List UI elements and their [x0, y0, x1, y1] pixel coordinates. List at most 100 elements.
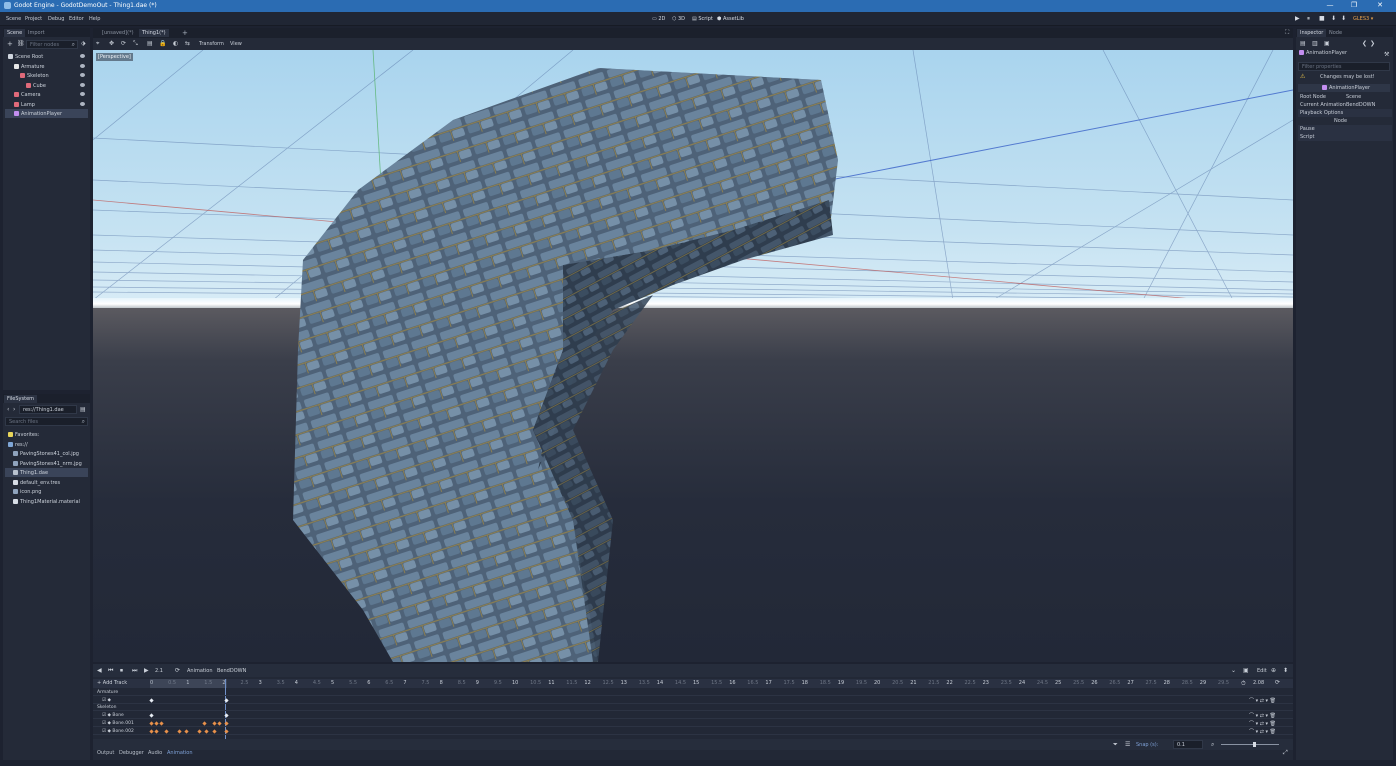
scene-tree-row[interactable]: AnimationPlayer [5, 109, 88, 118]
track-group-header[interactable]: Armature [93, 689, 1293, 696]
scene-tree-row[interactable]: Camera [5, 90, 88, 99]
inspector-property[interactable]: Pause [1298, 125, 1392, 133]
menu-project[interactable]: Project [25, 16, 42, 22]
list-select-icon[interactable]: ▤ [147, 40, 153, 47]
link-icon[interactable]: ⛓ [17, 40, 25, 47]
menu-help[interactable]: Help [89, 16, 100, 22]
track-row[interactable]: ☑ ◆ Bone.001 ⌒ ▾ ⇄ ▾ 🗑 [93, 720, 1293, 727]
visibility-eye-icon[interactable] [80, 63, 85, 68]
blend-icon[interactable]: ⊕ [1271, 667, 1276, 674]
play-icon[interactable]: ▶ [144, 667, 149, 674]
play-scene-icon[interactable]: ⬇ [1331, 15, 1336, 22]
scene-tree-row[interactable]: Cube [5, 81, 88, 90]
file-tree-row[interactable]: PavingStones41_nrm.jpg [5, 459, 88, 468]
edit-menu[interactable]: Edit [1257, 668, 1267, 674]
track-options-icon[interactable]: ⌒ ▾ ⇄ ▾ 🗑 [1249, 728, 1276, 735]
pause-icon[interactable]: ⏸ [1307, 15, 1310, 23]
tab-inspector[interactable]: Inspector [1297, 29, 1327, 37]
stop-icon[interactable]: ■ [1319, 15, 1325, 22]
visibility-eye-icon[interactable] [80, 73, 85, 77]
tab-filesystem[interactable]: FileSystem [4, 395, 38, 403]
inspector-property[interactable]: Root Node Scene [1298, 93, 1392, 101]
play-backwards-start-icon[interactable]: ⏮ [108, 667, 113, 675]
close-button[interactable]: ✕ [1370, 1, 1390, 9]
tab-debugger[interactable]: Debugger [119, 750, 144, 756]
back-arrow-icon[interactable]: ‹ [7, 406, 9, 413]
tab-node[interactable]: Node [1326, 29, 1345, 37]
minimize-button[interactable]: — [1320, 1, 1340, 9]
animation-length[interactable]: 2.08 [1253, 680, 1264, 686]
keyframe[interactable] [164, 728, 169, 734]
snap-icon[interactable]: ⇆ [185, 40, 190, 47]
animation-select[interactable]: BendDOWN [217, 668, 246, 674]
keyframe[interactable] [224, 698, 229, 703]
move-tool-icon[interactable]: ✥ [109, 40, 114, 47]
add-node-icon[interactable]: + [7, 40, 13, 48]
scene-tree-row[interactable]: Skeleton [5, 71, 88, 80]
track-row[interactable]: ☑ ◆ Bone.002 ⌒ ▾ ⇄ ▾ 🗑 [93, 728, 1293, 735]
split-view-icon[interactable]: ▤ [80, 406, 86, 413]
save-resource-icon[interactable]: ▣ [1324, 40, 1330, 47]
inspector-property[interactable]: Script [1298, 133, 1392, 141]
workspace-script-button[interactable]: ▤ Script [692, 16, 713, 22]
inspector-property[interactable]: Playback Options [1298, 109, 1392, 117]
inspector-property[interactable]: Node [1298, 117, 1392, 125]
loop-icon[interactable]: ⟳ [1275, 679, 1280, 686]
timeline-ruler[interactable]: + Add Track 0 0.5 1 1.5 2 2.5 3 3.5 4 4.5 5 5.5 6 6.5… [93, 679, 1293, 688]
zoom-slider-handle[interactable] [1253, 742, 1256, 747]
tab-scene[interactable]: Scene [4, 29, 26, 37]
scene-tree-row[interactable]: Armature [5, 62, 88, 71]
tab-output[interactable]: Output [97, 750, 114, 756]
track-row[interactable]: ☑ ◆ ⌒ ▾ ⇄ ▾ 🗑 [93, 697, 1293, 704]
menu-debug[interactable]: Debug [48, 16, 64, 22]
keyframe[interactable] [149, 721, 154, 726]
track-list-icon[interactable]: ☰ [1125, 741, 1130, 748]
track-options-icon[interactable]: ⌒ ▾ ⇄ ▾ 🗑 [1249, 720, 1276, 727]
track-options-icon[interactable]: ⌒ ▾ ⇄ ▾ 🗑 [1249, 712, 1276, 719]
path-field[interactable]: res://Thing1.dae [19, 405, 77, 414]
new-resource-icon[interactable]: ▤ [1300, 40, 1306, 47]
local-space-icon[interactable]: ◐ [173, 40, 178, 47]
keyframe[interactable] [204, 728, 209, 734]
track-group-header[interactable]: Skeleton [93, 704, 1293, 712]
keyframe[interactable] [224, 713, 229, 718]
tab-animation[interactable]: Animation [167, 750, 193, 756]
keyframe[interactable] [224, 728, 229, 734]
visibility-eye-icon[interactable] [80, 54, 85, 58]
transform-menu[interactable]: Transform [199, 41, 224, 47]
visibility-eye-icon[interactable] [80, 101, 85, 106]
instance-scene-icon[interactable]: ⬗ [81, 40, 86, 47]
rotate-tool-icon[interactable]: ⟳ [121, 40, 126, 47]
expand-panel-icon[interactable]: ⤢ [1283, 749, 1288, 757]
property-value[interactable]: BendDOWN [1346, 102, 1375, 108]
keyframe[interactable] [217, 721, 222, 726]
keyframe[interactable] [149, 698, 154, 703]
file-tree-row[interactable]: default_env.tres [5, 478, 88, 487]
menu-editor[interactable]: Editor [69, 16, 84, 22]
file-tree-row[interactable]: icon.png [5, 487, 88, 496]
keyframe[interactable] [197, 728, 202, 734]
tab-audio[interactable]: Audio [148, 750, 162, 756]
keyframe[interactable] [184, 728, 189, 734]
perspective-label[interactable]: [Perspective] [96, 53, 133, 61]
keyframe[interactable] [212, 721, 217, 726]
visibility-eye-icon[interactable] [80, 82, 85, 87]
scene-tree-row[interactable]: Scene Root [5, 52, 88, 61]
snap-input[interactable]: 0.1 [1173, 740, 1203, 749]
file-tree-row[interactable]: Favorites: [5, 430, 88, 439]
file-tree-row[interactable]: Thing1Material.material [5, 497, 88, 506]
property-value[interactable]: Node [1334, 118, 1347, 124]
workspace-3d-button[interactable]: ⬡ 3D [672, 16, 685, 22]
maximize-button[interactable]: ❐ [1344, 1, 1364, 9]
keyframe[interactable] [224, 721, 229, 726]
keyframe[interactable] [212, 728, 217, 734]
track-options-icon[interactable]: ⌒ ▾ ⇄ ▾ 🗑 [1249, 697, 1276, 704]
keyframe[interactable] [154, 728, 159, 734]
workspace-2d-button[interactable]: ▭ 2D [652, 16, 665, 22]
keyframe[interactable] [202, 721, 207, 726]
tool-icon[interactable]: ⚒ [1384, 51, 1389, 58]
lock-icon[interactable]: 🔒 [159, 40, 166, 47]
pin-icon[interactable]: ⬍ [1283, 667, 1288, 674]
inspector-property[interactable]: Current Animation BendDOWN [1298, 101, 1392, 109]
section-header[interactable]: AnimationPlayer [1298, 84, 1390, 92]
